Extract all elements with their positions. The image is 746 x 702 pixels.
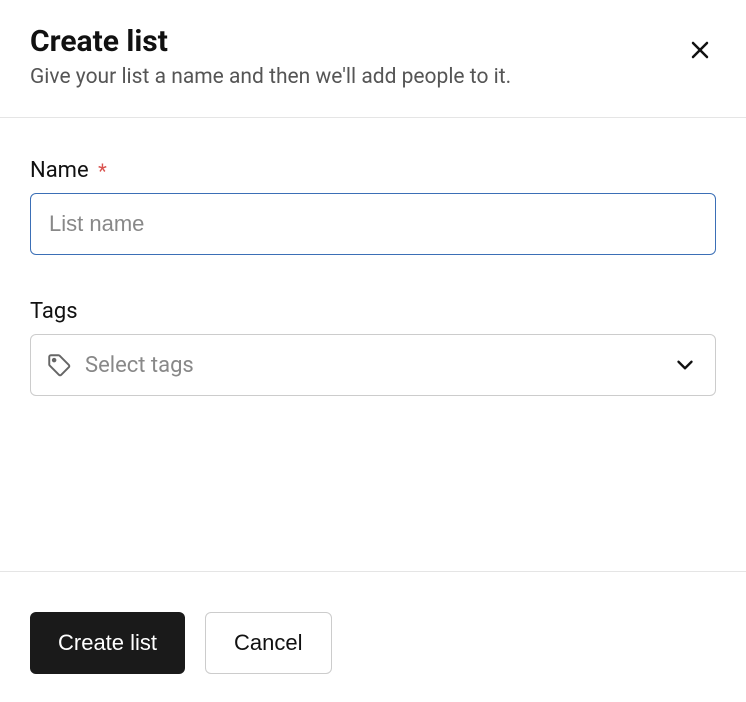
name-label-text: Name (30, 158, 89, 183)
cancel-button[interactable]: Cancel (205, 612, 331, 674)
tags-select-placeholder: Select tags (85, 353, 194, 378)
dialog-footer: Create list Cancel (0, 571, 746, 702)
tags-select[interactable]: Select tags (30, 334, 716, 396)
dialog-subtitle: Give your list a name and then we'll add… (30, 65, 716, 89)
name-label: Name * (30, 158, 716, 183)
tags-select-wrapper: Select tags (30, 334, 716, 396)
name-input[interactable] (30, 193, 716, 255)
close-button[interactable] (684, 35, 716, 67)
dialog-body: Name * Tags Select tags (0, 118, 746, 571)
name-field-group: Name * (30, 158, 716, 255)
create-list-button[interactable]: Create list (30, 612, 185, 674)
tags-label: Tags (30, 299, 716, 324)
dialog-title: Create list (30, 24, 716, 59)
required-asterisk: * (98, 159, 107, 183)
tags-field-group: Tags Select tags (30, 299, 716, 396)
dialog-header: Create list Give your list a name and th… (0, 0, 746, 118)
close-icon (688, 38, 712, 65)
